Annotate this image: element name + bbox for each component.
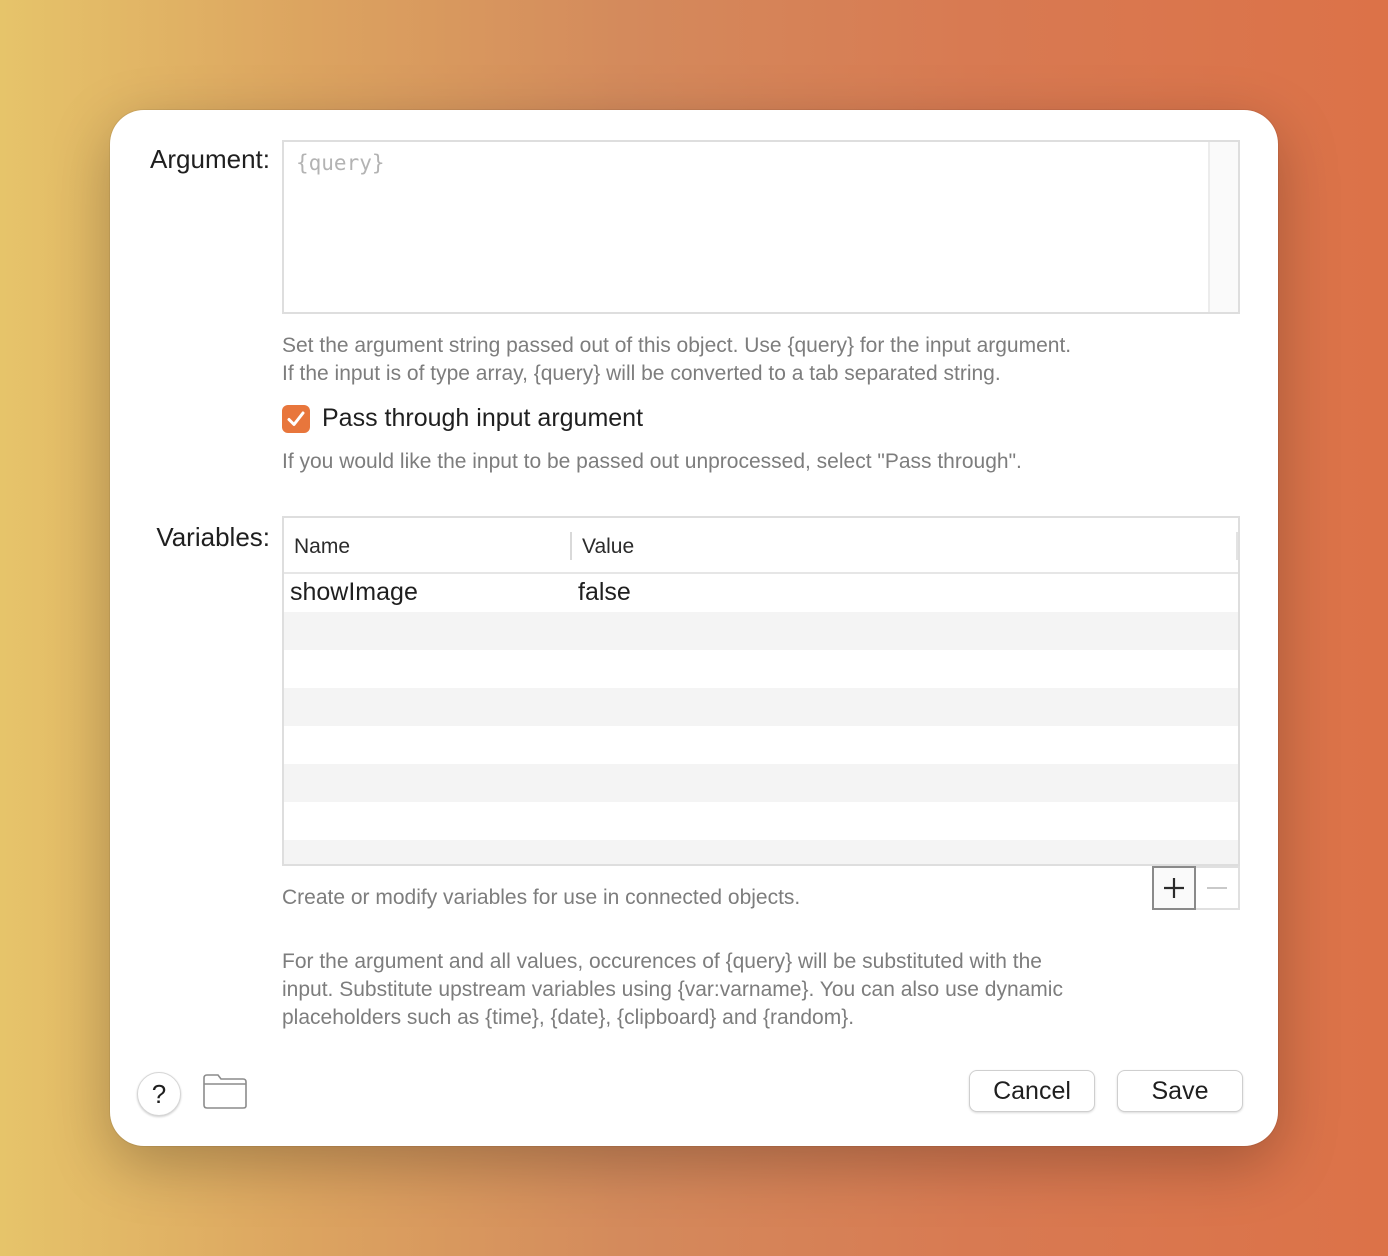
argument-label: Argument: (150, 144, 270, 174)
save-button[interactable]: Save (1117, 1070, 1243, 1112)
minus-icon (1207, 887, 1227, 889)
argument-textarea[interactable]: {query} (282, 140, 1240, 314)
plus-icon (1164, 878, 1184, 898)
argument-scrollbar[interactable] (1208, 142, 1238, 312)
column-header-value[interactable]: Value (582, 535, 634, 559)
substitution-note-line3: placeholders such as {time}, {date}, {cl… (282, 1006, 855, 1029)
column-header-name[interactable]: Name (294, 535, 350, 559)
table-row-empty (284, 802, 1238, 840)
add-remove-control (1152, 866, 1242, 912)
table-row-empty (284, 840, 1238, 864)
variables-help: Create or modify variables for use in co… (282, 886, 801, 909)
argument-help-line2: If the input is of type array, {query} w… (282, 362, 1001, 385)
variables-label: Variables: (156, 522, 270, 552)
variables-table: Name Value showImage false (282, 516, 1240, 866)
table-row-empty (284, 650, 1238, 688)
dialog: Argument: {query} Set the argument strin… (110, 110, 1278, 1146)
table-row-empty (284, 726, 1238, 764)
table-row-empty (284, 612, 1238, 650)
pass-through-row[interactable]: Pass through input argument (282, 404, 643, 433)
folder-icon[interactable] (202, 1072, 248, 1110)
column-divider[interactable] (570, 532, 572, 560)
pass-through-checkbox[interactable] (282, 404, 310, 433)
add-variable-button[interactable] (1152, 866, 1196, 910)
variable-name-cell[interactable]: showImage (290, 578, 418, 607)
help-button[interactable]: ? (137, 1072, 181, 1116)
variable-value-cell[interactable]: false (578, 578, 631, 607)
remove-variable-button[interactable] (1196, 866, 1240, 910)
substitution-note-line2: input. Substitute upstream variables usi… (282, 978, 1063, 1001)
cancel-button[interactable]: Cancel (969, 1070, 1095, 1112)
table-header: Name Value (284, 518, 1238, 574)
table-row[interactable]: showImage false (284, 574, 1238, 612)
argument-placeholder: {query} (296, 151, 385, 175)
table-row-empty (284, 688, 1238, 726)
argument-help-line1: Set the argument string passed out of th… (282, 334, 1072, 357)
substitution-note-line1: For the argument and all values, occuren… (282, 950, 1042, 973)
pass-through-help: If you would like the input to be passed… (282, 450, 1022, 473)
pass-through-label[interactable]: Pass through input argument (322, 404, 643, 433)
checkmark-icon (287, 411, 305, 426)
column-divider (1236, 532, 1238, 560)
table-row-empty (284, 764, 1238, 802)
